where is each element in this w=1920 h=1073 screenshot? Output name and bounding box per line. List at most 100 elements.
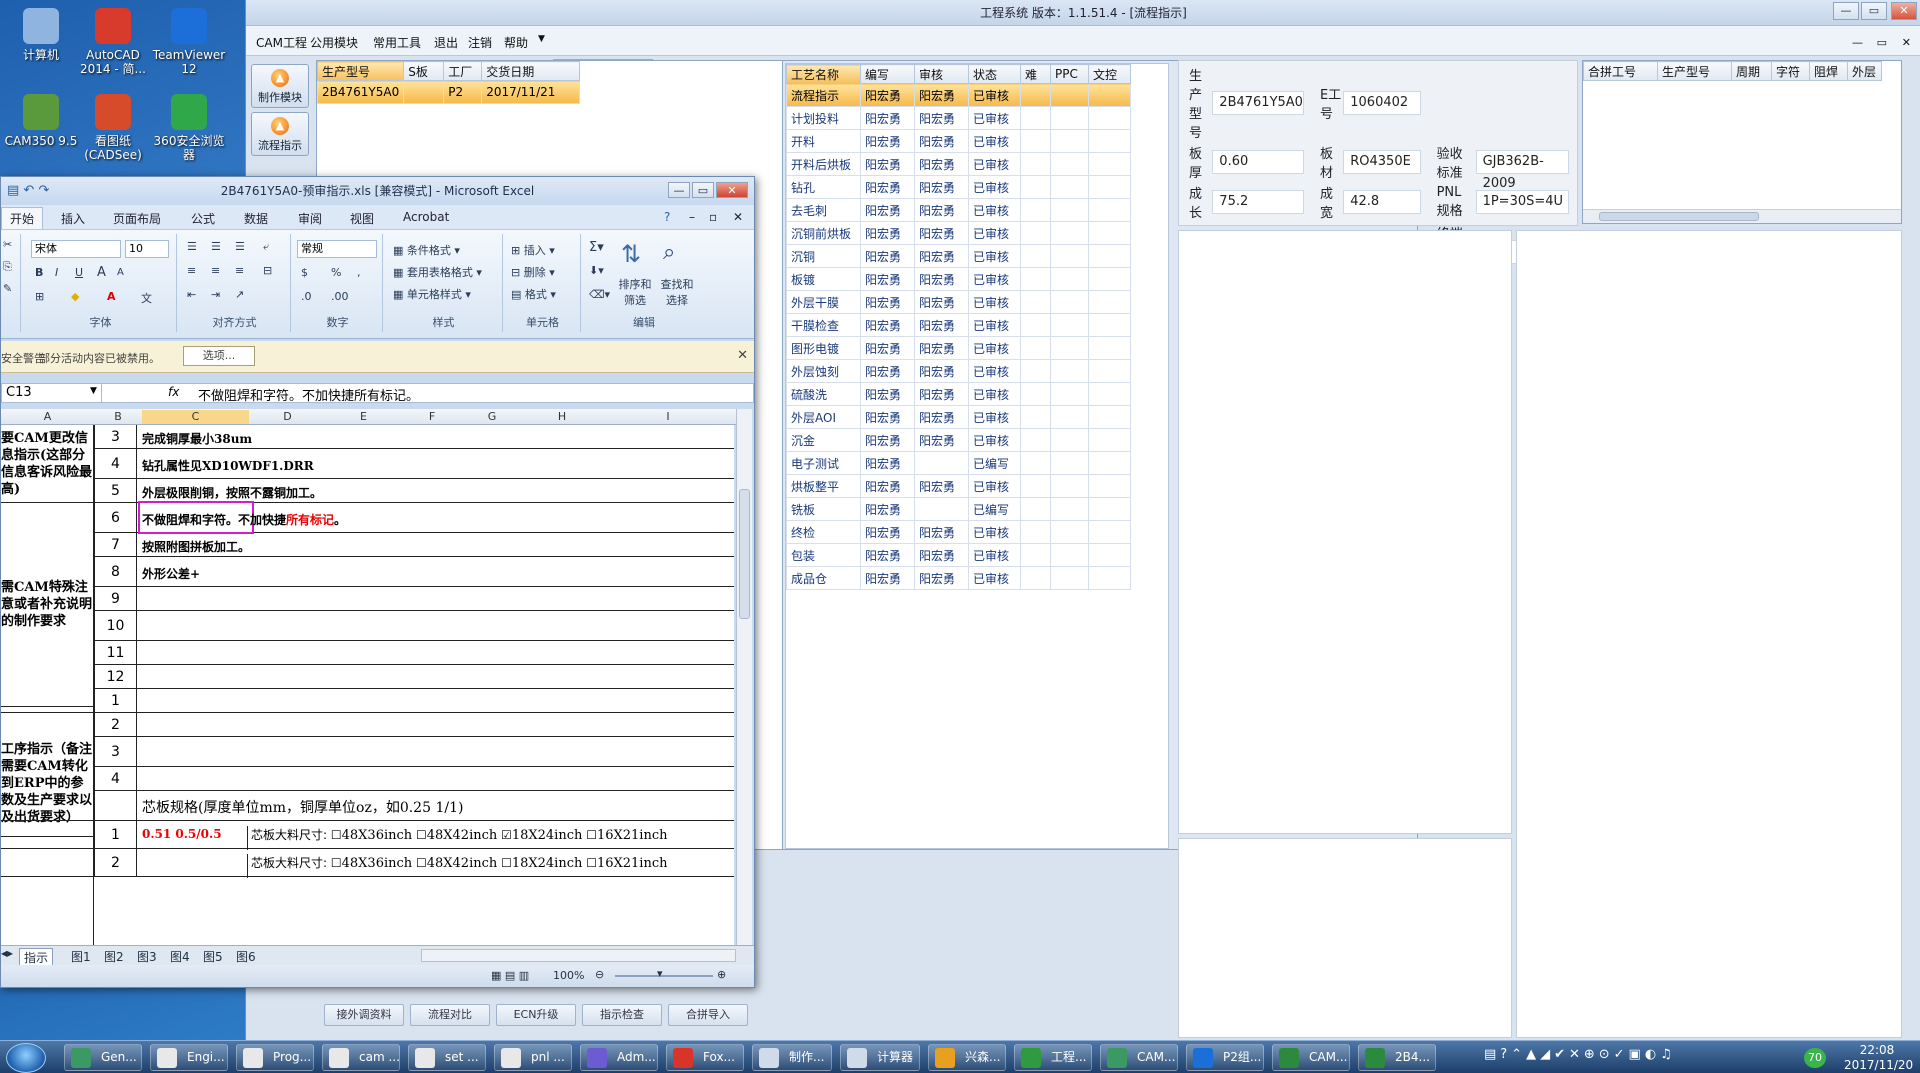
col-header[interactable]: 工厂: [443, 61, 483, 81]
taskbar-item[interactable]: set ...: [408, 1044, 486, 1071]
zoom-thumb-icon[interactable]: ▾: [657, 967, 663, 980]
quick-access-icons[interactable]: ▤ ↶ ↷: [7, 177, 49, 205]
tab-acrobat[interactable]: Acrobat: [403, 210, 449, 224]
column-header[interactable]: G: [463, 410, 521, 423]
close-button[interactable]: ✕: [1891, 2, 1917, 20]
fill-icon[interactable]: ⬇▾: [589, 264, 604, 277]
table-row[interactable]: 外层AOI 阳宏勇 阳宏勇 已审核: [786, 405, 1131, 429]
find-select-icon[interactable]: ⌕: [663, 240, 675, 265]
system-tray-icons[interactable]: ▤?⌃▲◢✔✕⊕⊙✓▣◐♫: [1484, 1047, 1804, 1069]
decrease-indent-icon[interactable]: ⇤: [187, 288, 196, 301]
formula-input[interactable]: 不做阻焊和字符。不加快捷所有标记。: [198, 385, 419, 404]
table-row[interactable]: 干膜检查 阳宏勇 阳宏勇 已审核: [786, 313, 1131, 337]
percent-icon[interactable]: %: [331, 266, 341, 279]
align-right-icon[interactable]: ≡: [235, 264, 244, 277]
tab-data[interactable]: 数据: [244, 210, 268, 227]
fx-icon[interactable]: fx: [168, 385, 179, 399]
col-header[interactable]: 审核: [914, 64, 969, 84]
col-header[interactable]: 外层: [1847, 61, 1882, 81]
excel-minimize-button[interactable]: —: [668, 182, 690, 198]
column-header[interactable]: A: [1, 410, 94, 423]
col-header[interactable]: 文控: [1088, 64, 1131, 84]
table-row[interactable]: 硫酸洗 阳宏勇 阳宏勇 已审核: [786, 382, 1131, 406]
info-field[interactable]: 75.2: [1212, 190, 1304, 214]
horizontal-scrollbar[interactable]: [1583, 209, 1901, 223]
zoom-in-icon[interactable]: ⊕: [717, 968, 726, 981]
table-row[interactable]: 钻孔 阳宏勇 阳宏勇 已审核: [786, 175, 1131, 199]
table-row[interactable]: 铣板 阳宏勇 已编写: [786, 497, 1131, 521]
menu-help[interactable]: 帮助: [504, 34, 528, 51]
increase-decimal-icon[interactable]: .0: [301, 290, 312, 303]
table-row[interactable]: 开料 阳宏勇 阳宏勇 已审核: [786, 129, 1131, 153]
info-field[interactable]: 2B4761Y5A0: [1212, 91, 1304, 115]
table-row[interactable]: 外层蚀刻 阳宏勇 阳宏勇 已审核: [786, 359, 1131, 383]
currency-icon[interactable]: $: [301, 266, 308, 279]
menu-exit[interactable]: 退出: [434, 34, 458, 51]
col-header[interactable]: 阻焊: [1809, 61, 1848, 81]
cut-icon[interactable]: ✂: [3, 238, 12, 251]
increase-indent-icon[interactable]: ⇥: [211, 288, 220, 301]
desktop-icon[interactable]: 计算机: [0, 8, 82, 62]
help-icon[interactable]: ?: [664, 210, 670, 224]
taskbar-item[interactable]: 制作...: [752, 1044, 832, 1071]
table-row[interactable]: 开料后烘板 阳宏勇 阳宏勇 已审核: [786, 152, 1131, 176]
zoom-level[interactable]: 100%: [553, 969, 584, 982]
align-center-icon[interactable]: ≡: [211, 264, 220, 277]
checkbox[interactable]: ☐: [497, 856, 512, 870]
checkbox[interactable]: ☐: [582, 856, 597, 870]
start-button[interactable]: [6, 1043, 46, 1073]
tab-nav-icons[interactable]: ◂▸: [1, 946, 13, 960]
make-module-button[interactable]: ▲ 制作模块: [251, 64, 309, 108]
clear-icon[interactable]: ⌫▾: [589, 288, 610, 301]
table-row[interactable]: 沉铜前烘板 阳宏勇 阳宏勇 已审核: [786, 221, 1131, 245]
column-header[interactable]: F: [401, 410, 463, 423]
sheet-tab[interactable]: 图5: [199, 948, 227, 965]
merge-import-button[interactable]: 合拼导入: [668, 1004, 748, 1026]
comma-icon[interactable]: ,: [357, 266, 361, 279]
font-size-select[interactable]: 10: [125, 240, 169, 258]
delete-cells-button[interactable]: ⊟ 删除 ▾: [511, 264, 555, 280]
col-header[interactable]: 生产型号: [316, 61, 405, 81]
taskbar-item[interactable]: CAM...: [1272, 1044, 1350, 1071]
tab-insert[interactable]: 插入: [61, 210, 85, 227]
font-color-icon[interactable]: A: [107, 290, 116, 303]
number-format-select[interactable]: 常规: [297, 240, 377, 258]
ecn-upgrade-button[interactable]: ECN升级: [496, 1004, 576, 1026]
taskbar-item[interactable]: Gen...: [64, 1044, 142, 1071]
table-format-button[interactable]: ▦ 套用表格格式 ▾: [393, 264, 482, 280]
desktop-icon[interactable]: TeamViewer 12: [148, 8, 230, 76]
info-field[interactable]: GJB362B-2009: [1475, 150, 1569, 191]
close-icon[interactable]: ✕: [737, 348, 748, 363]
table-row[interactable]: 电子测试 阳宏勇 已编写: [786, 451, 1131, 475]
align-middle-icon[interactable]: ☰: [211, 240, 221, 253]
table-row[interactable]: 沉铜 阳宏勇 阳宏勇 已审核: [786, 244, 1131, 268]
desktop-icon[interactable]: 360安全浏览器: [148, 94, 230, 162]
copy-icon[interactable]: ⎘: [3, 260, 12, 274]
excel-maximize-button[interactable]: ▭: [692, 182, 714, 198]
ribbon-restore-icon[interactable]: ▫: [709, 210, 717, 224]
font-name-select[interactable]: 宋体: [31, 240, 121, 258]
info-field[interactable]: RO4350E: [1343, 150, 1421, 174]
excel-close-button[interactable]: ✕: [716, 182, 748, 198]
table-row[interactable]: 2B4761Y5A0 P2 2017/11/21: [316, 80, 581, 104]
desktop-icon[interactable]: 看图纸 (CADSee): [72, 94, 154, 162]
taskbar-item[interactable]: Fox...: [666, 1044, 744, 1071]
ribbon-minimize-icon[interactable]: –: [689, 210, 695, 224]
name-box[interactable]: C13: [2, 384, 102, 402]
col-header[interactable]: S板: [403, 61, 445, 81]
tab-home[interactable]: 开始: [1, 207, 44, 229]
sheet-tab[interactable]: 图2: [100, 948, 128, 965]
orientation-icon[interactable]: ↗: [235, 288, 244, 301]
worksheet-grid[interactable]: 3 完成铜厚最小38um 4 钻孔属性见XD10WDF1.DRR 5 外层极限削铜，按照不…: [1, 425, 734, 945]
tab-page-layout[interactable]: 页面布局: [113, 210, 161, 227]
taskbar-item[interactable]: 计算器: [840, 1044, 920, 1071]
info-field[interactable]: 42.8: [1343, 190, 1421, 214]
table-row[interactable]: 包装 阳宏勇 阳宏勇 已审核: [786, 543, 1131, 567]
col-header[interactable]: 难: [1020, 64, 1051, 84]
tab-view[interactable]: 视图: [350, 210, 374, 227]
autosum-icon[interactable]: Σ▾: [589, 240, 604, 255]
insert-cells-button[interactable]: ⊞ 插入 ▾: [511, 242, 555, 258]
col-header[interactable]: 状态: [968, 64, 1021, 84]
table-row[interactable]: 板镀 阳宏勇 阳宏勇 已审核: [786, 267, 1131, 291]
grow-font-icon[interactable]: A: [97, 265, 106, 280]
